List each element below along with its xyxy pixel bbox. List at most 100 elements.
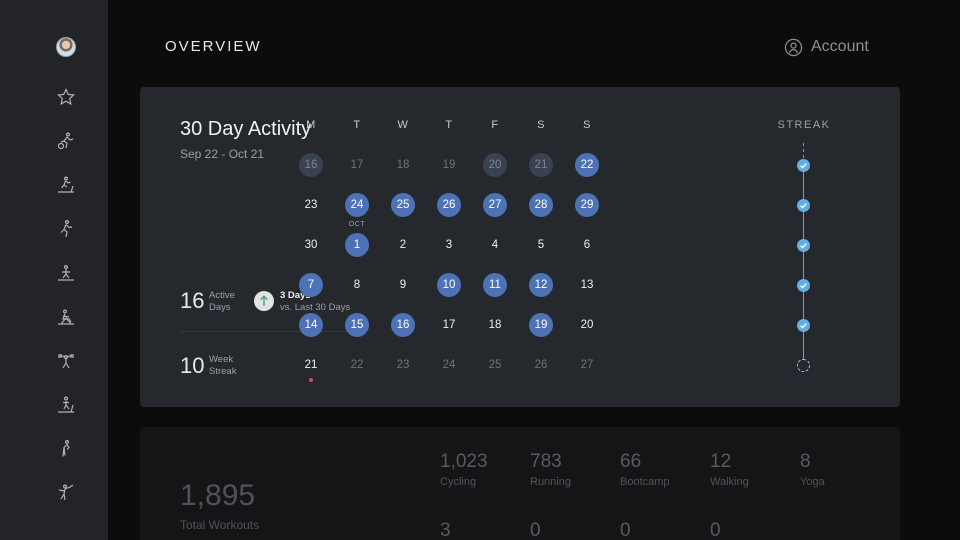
calendar-day[interactable]: 30	[299, 233, 323, 257]
calendar-day-active[interactable]: 26	[437, 193, 461, 217]
workout-type-label: Yoga	[800, 476, 825, 488]
calendar-day[interactable]: 17	[345, 153, 369, 177]
calendar-day[interactable]: 2	[391, 233, 415, 257]
streak-check-icon	[797, 159, 810, 172]
workout-type-count: 8	[800, 451, 811, 472]
cycling-icon[interactable]	[56, 131, 76, 151]
calendar-day[interactable]: 24	[437, 353, 461, 377]
sidebar	[0, 0, 108, 540]
workout-type-count: 66	[620, 451, 642, 472]
user-circle-icon	[784, 38, 803, 56]
workout-type-count: 0	[710, 520, 721, 540]
calendar-day-active[interactable]: 12	[529, 273, 553, 297]
day-header: F	[491, 119, 499, 131]
calendar-day-active[interactable]: 14	[299, 313, 323, 337]
calendar-day[interactable]: 8	[345, 273, 369, 297]
calendar-day[interactable]: 6	[575, 233, 599, 257]
calendar-day[interactable]: 23	[391, 353, 415, 377]
active-days-label-line2: Days	[209, 302, 231, 313]
rowing-icon[interactable]	[56, 307, 76, 327]
avatar[interactable]	[56, 37, 76, 57]
month-label: OCT	[348, 221, 366, 228]
streak-header: STREAK	[777, 119, 831, 131]
calendar-day[interactable]: 3	[437, 233, 461, 257]
workout-type-count: 12	[710, 451, 732, 472]
running-icon[interactable]	[56, 219, 76, 239]
calendar-day-active[interactable]: 11	[483, 273, 507, 297]
calendar-day-active[interactable]: 7	[299, 273, 323, 297]
calendar-day-active[interactable]: 16	[391, 313, 415, 337]
calendar-day[interactable]: 23	[299, 193, 323, 217]
stats-divider	[180, 331, 352, 332]
calendar-day[interactable]: 17	[437, 313, 461, 337]
calendar-day[interactable]: 26	[529, 353, 553, 377]
treadmill-icon[interactable]	[56, 175, 76, 195]
workout-type-count: 0	[620, 520, 631, 540]
calendar-day-active[interactable]: 29	[575, 193, 599, 217]
activity-card: 30 Day Activity Sep 22 - Oct 21 16 Activ…	[140, 87, 900, 407]
calendar-day[interactable]: 20	[575, 313, 599, 337]
workout-type-label: Bootcamp	[620, 476, 670, 488]
calendar-day[interactable]: 18	[483, 313, 507, 337]
calendar-day[interactable]: 22	[345, 353, 369, 377]
calendar-day[interactable]: 21	[299, 353, 323, 377]
day-header: T	[353, 119, 361, 131]
streak-check-icon	[797, 279, 810, 292]
workout-type-count: 0	[530, 520, 541, 540]
streak-line-start	[803, 143, 804, 159]
calendar-day-active[interactable]: 19	[529, 313, 553, 337]
calendar-day[interactable]: 25	[483, 353, 507, 377]
calendar-day-active[interactable]: 15	[345, 313, 369, 337]
workout-type-count: 783	[530, 451, 562, 472]
today-indicator	[309, 378, 313, 382]
calendar-day-active[interactable]: 22	[575, 153, 599, 177]
active-days-label: Active Days	[209, 290, 235, 314]
tread-bootcamp-icon[interactable]	[56, 395, 76, 415]
calendar-day-active[interactable]: 20	[483, 153, 507, 177]
week-streak-label-line1: Week	[209, 354, 234, 365]
activity-title: 30 Day Activity	[180, 118, 312, 140]
calendar-day[interactable]: 9	[391, 273, 415, 297]
day-header: T	[445, 119, 453, 131]
calendar-day[interactable]: 18	[391, 153, 415, 177]
strength-icon[interactable]	[56, 351, 76, 371]
star-icon[interactable]	[56, 87, 76, 107]
yoga-icon[interactable]	[56, 483, 76, 503]
week-streak-label-line2: Streak	[209, 366, 237, 377]
calendar-day[interactable]: 27	[575, 353, 599, 377]
streak-check-icon	[797, 199, 810, 212]
calendar-day-active[interactable]: 16	[299, 153, 323, 177]
calendar-day[interactable]: 13	[575, 273, 599, 297]
calendar-day[interactable]: 4	[483, 233, 507, 257]
calendar-day-active[interactable]: 1	[345, 233, 369, 257]
account-button[interactable]: Account	[784, 37, 869, 57]
active-days-label-line1: Active	[209, 290, 235, 301]
workout-type-label: Running	[530, 476, 571, 488]
trend-subtitle: vs. Last 30 Days	[280, 302, 351, 313]
calendar-day-active[interactable]: 25	[391, 193, 415, 217]
workout-type-count: 3	[440, 520, 451, 540]
workout-type-count: 1,023	[440, 451, 488, 472]
workout-type-label: Cycling	[440, 476, 477, 488]
streak-pending-icon	[797, 359, 810, 372]
calendar-day[interactable]: 5	[529, 233, 553, 257]
day-header: S	[537, 119, 545, 131]
calendar-day-active[interactable]: 24	[345, 193, 369, 217]
streak-line	[803, 165, 804, 365]
calendar-day-active[interactable]: 28	[529, 193, 553, 217]
activity-date-range: Sep 22 - Oct 21	[180, 147, 265, 161]
calendar-day-active[interactable]: 21	[529, 153, 553, 177]
total-workouts-label: Total Workouts	[180, 518, 260, 532]
day-header: M	[306, 119, 316, 131]
trend-up-icon	[254, 291, 274, 311]
streak-check-icon	[797, 239, 810, 252]
stretching-icon[interactable]	[56, 439, 76, 459]
day-header: W	[397, 119, 409, 131]
totals-card: 1,895 Total Workouts 1,023 Cycling 783 Runn…	[140, 427, 900, 540]
streak-check-icon	[797, 319, 810, 332]
account-label: Account	[811, 38, 869, 55]
calendar-day-active[interactable]: 10	[437, 273, 461, 297]
calendar-day-active[interactable]: 27	[483, 193, 507, 217]
bootcamp-icon[interactable]	[56, 263, 76, 283]
calendar-day[interactable]: 19	[437, 153, 461, 177]
